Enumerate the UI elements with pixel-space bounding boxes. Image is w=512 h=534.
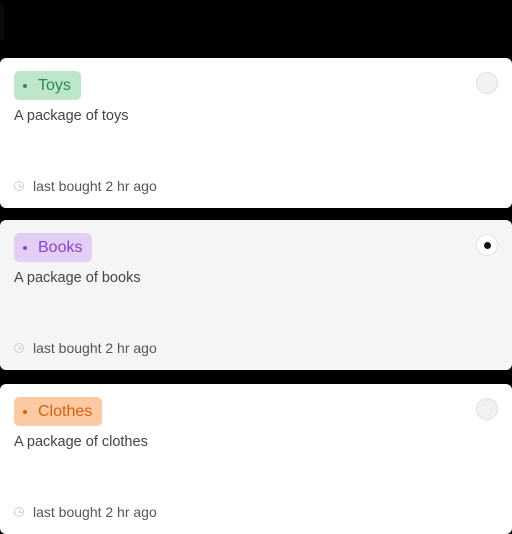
item-card-toys[interactable]: Toys A package of toys last bought 2 hr … (0, 58, 512, 208)
header-bar (0, 0, 512, 56)
category-tag-label: Clothes (38, 402, 93, 420)
radio-selected-dot (483, 241, 491, 249)
category-tag: Books (14, 233, 93, 262)
item-card-books[interactable]: Books A package of books last bought 2 h… (0, 220, 512, 370)
last-bought-text: last bought 2 hr ago (33, 340, 157, 356)
item-meta: last bought 2 hr ago (14, 340, 157, 356)
tag-dot-icon (23, 83, 27, 88)
last-bought-text: last bought 2 hr ago (33, 178, 157, 194)
select-radio[interactable] (476, 398, 498, 420)
category-tag-label: Books (38, 238, 83, 256)
last-bought-text: last bought 2 hr ago (33, 504, 157, 520)
category-tag-label: Toys (38, 76, 71, 94)
select-radio[interactable] (476, 234, 498, 256)
tag-dot-icon (23, 245, 27, 250)
item-meta: last bought 2 hr ago (14, 178, 157, 194)
clock-icon (14, 181, 24, 191)
item-description: A package of clothes (14, 434, 148, 450)
item-meta: last bought 2 hr ago (14, 504, 157, 520)
item-description: A package of toys (14, 108, 129, 124)
select-radio[interactable] (476, 72, 498, 94)
tag-dot-icon (23, 409, 27, 414)
category-tag: Toys (14, 71, 81, 100)
clock-icon (14, 507, 24, 517)
category-tag: Clothes (14, 397, 103, 426)
page-title (0, 4, 4, 40)
clock-icon (14, 343, 24, 353)
item-description: A package of books (14, 270, 141, 286)
